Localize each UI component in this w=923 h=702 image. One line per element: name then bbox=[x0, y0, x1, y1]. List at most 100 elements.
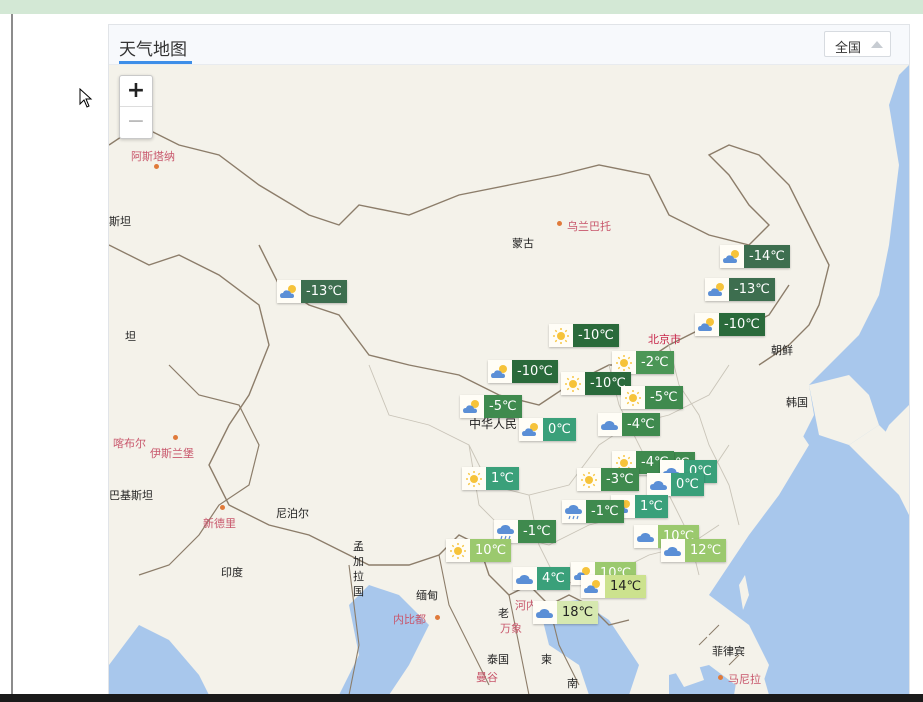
marker-temperature: -13℃ bbox=[729, 278, 775, 301]
cloudy-icon bbox=[634, 525, 658, 548]
place-india: 印度 bbox=[221, 566, 243, 579]
weather-marker[interactable]: -3℃ bbox=[577, 468, 639, 491]
weather-marker[interactable]: 10℃ bbox=[446, 539, 512, 562]
place-manila: 马尼拉 bbox=[728, 673, 761, 686]
zoom-in-button[interactable]: + bbox=[120, 76, 152, 107]
marker-temperature: 4℃ bbox=[537, 567, 570, 590]
marker-temperature: -5℃ bbox=[484, 395, 522, 418]
place-myanmar: 缅甸 bbox=[416, 589, 438, 602]
weather-marker[interactable]: -10℃ bbox=[695, 313, 765, 336]
marker-temperature: 12℃ bbox=[685, 539, 727, 562]
weather-map[interactable]: + − 阿斯塔纳 斯坦 乌兰巴托 蒙古 坦 北京市 朝鲜 韩国 中华人民 喀布尔… bbox=[109, 65, 909, 695]
weather-marker[interactable]: 0℃ bbox=[519, 418, 576, 441]
weather-marker[interactable]: 4℃ bbox=[513, 567, 570, 590]
cloudy-icon bbox=[661, 539, 685, 562]
weather-marker[interactable]: -2℃ bbox=[612, 351, 674, 374]
place-vientiane: 万象 bbox=[500, 622, 522, 635]
marker-temperature: 10℃ bbox=[470, 539, 512, 562]
place-laos: 老 bbox=[498, 607, 509, 620]
zoom-out-button[interactable]: − bbox=[120, 107, 152, 137]
marker-temperature: 14℃ bbox=[605, 575, 647, 598]
marker-temperature: -3℃ bbox=[601, 468, 639, 491]
partly-cloudy-icon bbox=[519, 418, 543, 441]
title-underline bbox=[119, 61, 192, 64]
zoom-control: + − bbox=[119, 75, 153, 139]
bottom-bar bbox=[0, 694, 923, 702]
marker-temperature: 0℃ bbox=[543, 418, 576, 441]
weather-marker[interactable]: -13℃ bbox=[277, 280, 347, 303]
region-select-label: 全国 bbox=[835, 41, 862, 56]
weather-marker[interactable]: 1℃ bbox=[462, 467, 519, 490]
place-astana: 阿斯塔纳 bbox=[131, 150, 175, 163]
sunny-icon bbox=[577, 468, 601, 491]
place-beijing: 北京市 bbox=[648, 333, 681, 346]
capital-dot bbox=[220, 505, 225, 510]
place-stan-fragment: 斯坦 bbox=[109, 215, 131, 228]
place-mongolia: 蒙古 bbox=[512, 237, 534, 250]
weather-marker[interactable]: -10℃ bbox=[549, 324, 619, 347]
marker-temperature: -13℃ bbox=[301, 280, 347, 303]
weather-marker[interactable]: 18℃ bbox=[533, 601, 599, 624]
weather-marker[interactable]: -10℃ bbox=[488, 360, 558, 383]
weather-marker[interactable]: 12℃ bbox=[661, 539, 727, 562]
marker-temperature: -10℃ bbox=[512, 360, 558, 383]
cloudy-icon bbox=[533, 601, 557, 624]
marker-temperature: -2℃ bbox=[636, 351, 674, 374]
place-naypyidaw: 内比都 bbox=[393, 613, 426, 626]
weather-marker[interactable]: -13℃ bbox=[705, 278, 775, 301]
weather-marker[interactable]: -1℃ bbox=[562, 500, 624, 523]
marker-temperature: 0℃ bbox=[671, 473, 704, 496]
marker-temperature: -1℃ bbox=[586, 500, 624, 523]
partly-cloudy-icon bbox=[581, 575, 605, 598]
place-bangladesh: 孟 加 拉 国 bbox=[353, 540, 364, 598]
weather-marker[interactable]: -14℃ bbox=[720, 245, 790, 268]
place-philippines: 菲律宾 bbox=[712, 645, 745, 658]
weather-map-panel: 天气地图 全国 + − 阿斯塔纳 斯坦 乌兰巴托 蒙古 坦 北京市 朝鲜 韩国 … bbox=[108, 24, 910, 696]
weather-marker[interactable]: 14℃ bbox=[581, 575, 647, 598]
mouse-cursor-icon bbox=[79, 88, 93, 108]
chevron-up-icon bbox=[871, 41, 883, 48]
place-south-fragment: 南 bbox=[567, 677, 578, 690]
rain-icon bbox=[562, 500, 586, 523]
cloudy-icon bbox=[513, 567, 537, 590]
place-bangkok: 曼谷 bbox=[476, 671, 498, 684]
region-select[interactable]: 全国 bbox=[824, 31, 891, 57]
place-islamabad: 伊斯兰堡 bbox=[150, 447, 194, 460]
partly-cloudy-icon bbox=[695, 313, 719, 336]
marker-temperature: -5℃ bbox=[645, 386, 683, 409]
marker-temperature: -1℃ bbox=[518, 520, 556, 543]
weather-marker[interactable]: 0℃ bbox=[647, 473, 704, 496]
partly-cloudy-icon bbox=[460, 395, 484, 418]
marker-temperature: -10℃ bbox=[719, 313, 765, 336]
capital-dot bbox=[718, 675, 723, 680]
capital-dot bbox=[154, 164, 159, 169]
place-thailand: 泰国 bbox=[487, 653, 509, 666]
capital-dot bbox=[435, 615, 440, 620]
top-strip bbox=[0, 0, 923, 14]
marker-temperature: -14℃ bbox=[744, 245, 790, 268]
place-tan-fragment: 坦 bbox=[125, 330, 136, 343]
weather-marker[interactable]: -4℃ bbox=[598, 413, 660, 436]
partly-cloudy-icon bbox=[720, 245, 744, 268]
capital-dot bbox=[173, 435, 178, 440]
marker-temperature: 18℃ bbox=[557, 601, 599, 624]
sunny-icon bbox=[549, 324, 573, 347]
place-nepal: 尼泊尔 bbox=[276, 507, 309, 520]
place-dpr-korea: 朝鲜 bbox=[771, 344, 793, 357]
partly-cloudy-icon bbox=[705, 278, 729, 301]
weather-marker[interactable]: -5℃ bbox=[621, 386, 683, 409]
panel-header: 天气地图 全国 bbox=[109, 25, 909, 65]
weather-marker[interactable]: -5℃ bbox=[460, 395, 522, 418]
cloudy-icon bbox=[598, 413, 622, 436]
place-korea: 韩国 bbox=[786, 396, 808, 409]
marker-temperature: 1℃ bbox=[635, 495, 668, 518]
sunny-icon bbox=[446, 539, 470, 562]
place-ulaanbaatar: 乌兰巴托 bbox=[567, 220, 611, 233]
sunny-icon bbox=[561, 372, 585, 395]
partly-cloudy-icon bbox=[488, 360, 512, 383]
sunny-icon bbox=[462, 467, 486, 490]
place-kabul: 喀布尔 bbox=[113, 437, 146, 450]
cloudy-icon bbox=[647, 473, 671, 496]
capital-dot bbox=[557, 221, 562, 226]
sunny-icon bbox=[621, 386, 645, 409]
